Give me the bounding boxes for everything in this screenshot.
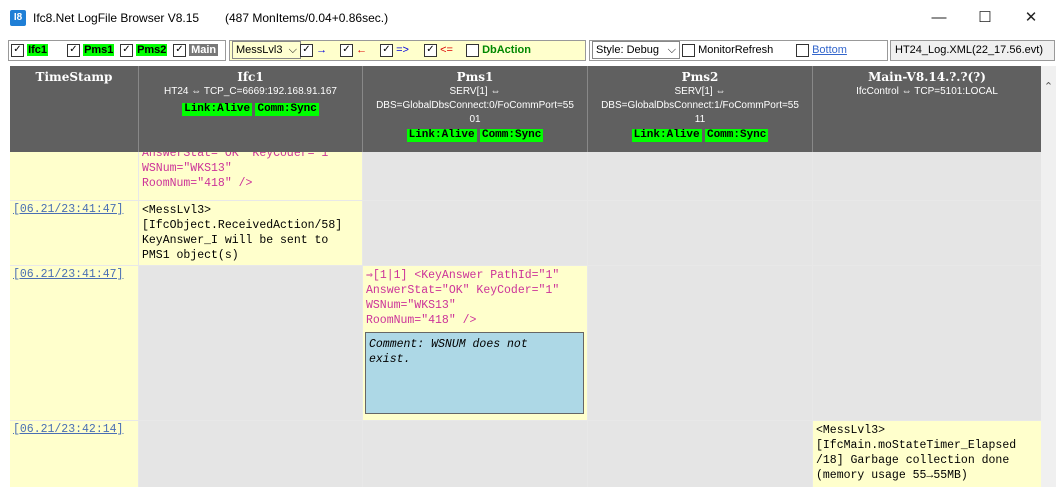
chevron-down-icon: ⌵ (667, 44, 676, 56)
comm-status: Comm:Sync (479, 129, 544, 142)
ifc1-cell (139, 421, 362, 487)
dbaction-checkbox[interactable]: DbAction (466, 42, 531, 58)
scroll-up-icon[interactable]: ⌃ (1041, 80, 1056, 94)
app-icon: I8 (10, 10, 26, 26)
main-cell (813, 266, 1041, 420)
timestamp-link[interactable]: [06.21/23:42:14] (10, 421, 138, 438)
pms1-cell (363, 152, 587, 200)
log-grid: AnswerStat="OK" KeyCoder="1" WSNum="WKS1… (10, 152, 1041, 487)
timestamp-cell[interactable]: [06.21/23:42:14] (10, 421, 138, 487)
checkmark-icon: ✓ (120, 43, 133, 57)
timestamp-link[interactable]: [06.21/23:41:47] (10, 266, 138, 283)
toolbar: ✓ Ifc1 ✓ Pms1 ✓ Pms2 ✓ Main MessLvl3 ⌵ ✓… (0, 39, 1056, 61)
header-pms2[interactable]: Pms2 SERV[1] ⇔ DBS=GlobalDbsConnect:1/Fo… (588, 66, 813, 152)
checkmark-icon: ✓ (380, 43, 393, 57)
comment-box[interactable]: Comment: WSNUM does not exist. (365, 332, 584, 414)
double-arrow-left-checkbox[interactable]: ✓ <= (424, 42, 453, 58)
comm-status: Comm:Sync (704, 129, 769, 142)
timestamp-cell[interactable]: [06.21/23:41:47] (10, 201, 138, 265)
pms1-checkbox[interactable]: ✓ Pms1 (67, 42, 115, 58)
header-ifc1[interactable]: Ifc1 HT24 ⇔ TCP_C=6669:192.168.91.167 Li… (139, 66, 363, 152)
timestamp-cell (10, 152, 138, 200)
checkmark-icon: ✓ (424, 43, 437, 57)
pms1-cell[interactable]: ⇒[1|1] <KeyAnswer PathId="1" AnswerStat=… (363, 266, 587, 420)
pms2-cell (588, 266, 812, 420)
arrow-left-checkbox[interactable]: ✓ ← (340, 42, 367, 58)
pms2-cell (588, 201, 812, 265)
header-timestamp[interactable]: TimeStamp (10, 66, 139, 152)
header-pms1[interactable]: Pms1 SERV[1] ⇔ DBS=GlobalDbsConnect:0/Fo… (363, 66, 588, 152)
link-status: Link:Alive (631, 129, 702, 142)
ifc1-cell[interactable]: <MessLvl3> [IfcObject.ReceivedAction/58]… (139, 201, 362, 265)
chevron-down-icon: ⌵ (288, 44, 297, 56)
pms1-cell (363, 201, 587, 265)
style-select[interactable]: Style: Debug ⌵ (592, 41, 680, 59)
bottom-checkbox[interactable]: Bottom (796, 42, 847, 58)
pms2-cell (588, 421, 812, 487)
minimize-icon[interactable]: — (916, 4, 962, 32)
link-status: Link:Alive (182, 103, 253, 116)
ifc1-cell[interactable]: AnswerStat="OK" KeyCoder="1" WSNum="WKS1… (139, 152, 362, 200)
vertical-scrollbar[interactable] (1041, 66, 1056, 487)
double-arrow-right-checkbox[interactable]: ✓ => (380, 42, 409, 58)
arrow-right-checkbox[interactable]: ✓ → (300, 42, 327, 58)
window-subtitle: (487 MonItems/0.04+0.86sec.) (225, 11, 389, 25)
checkmark-icon: ✓ (67, 43, 80, 57)
header-main[interactable]: Main-V8.14.?.?(?) IfcControl ⇔ TCP=5101:… (813, 66, 1041, 152)
level-select[interactable]: MessLvl3 ⌵ (232, 41, 301, 59)
bottom-link[interactable]: Bottom (812, 44, 847, 56)
link-status: Link:Alive (406, 129, 477, 142)
close-icon[interactable]: ✕ (1008, 4, 1054, 32)
checkmark-icon: ✓ (300, 43, 313, 57)
maximize-icon[interactable]: ☐ (962, 4, 1008, 32)
checkmark-icon: ✓ (173, 43, 186, 57)
monitor-refresh-checkbox[interactable]: MonitorRefresh (682, 42, 773, 58)
ifc1-cell (139, 266, 362, 420)
ifc1-checkbox[interactable]: ✓ Ifc1 (11, 42, 49, 58)
main-checkbox[interactable]: ✓ Main (173, 42, 219, 58)
checkmark-icon: ✓ (11, 43, 24, 57)
checkmark-icon: ✓ (340, 43, 353, 57)
pms1-cell (363, 421, 587, 487)
title-bar: I8 Ifc8.Net LogFile Browser V8.15 (487 M… (0, 0, 1056, 36)
timestamp-cell[interactable]: [06.21/23:41:47] (10, 266, 138, 420)
pms2-checkbox[interactable]: ✓ Pms2 (120, 42, 168, 58)
window-title: Ifc8.Net LogFile Browser V8.15 (33, 11, 200, 25)
main-cell (813, 201, 1041, 265)
comm-status: Comm:Sync (255, 103, 319, 116)
timestamp-link[interactable]: [06.21/23:41:47] (10, 201, 138, 218)
main-cell[interactable]: <MessLvl3> [IfcMain.moStateTimer_Elapsed… (813, 421, 1041, 487)
file-name: HT24_Log.XML(22_17.56.evt) (895, 44, 1043, 56)
pms2-cell (588, 152, 812, 200)
column-header-row: TimeStamp Ifc1 HT24 ⇔ TCP_C=6669:192.168… (10, 66, 1041, 152)
main-cell (813, 152, 1041, 200)
